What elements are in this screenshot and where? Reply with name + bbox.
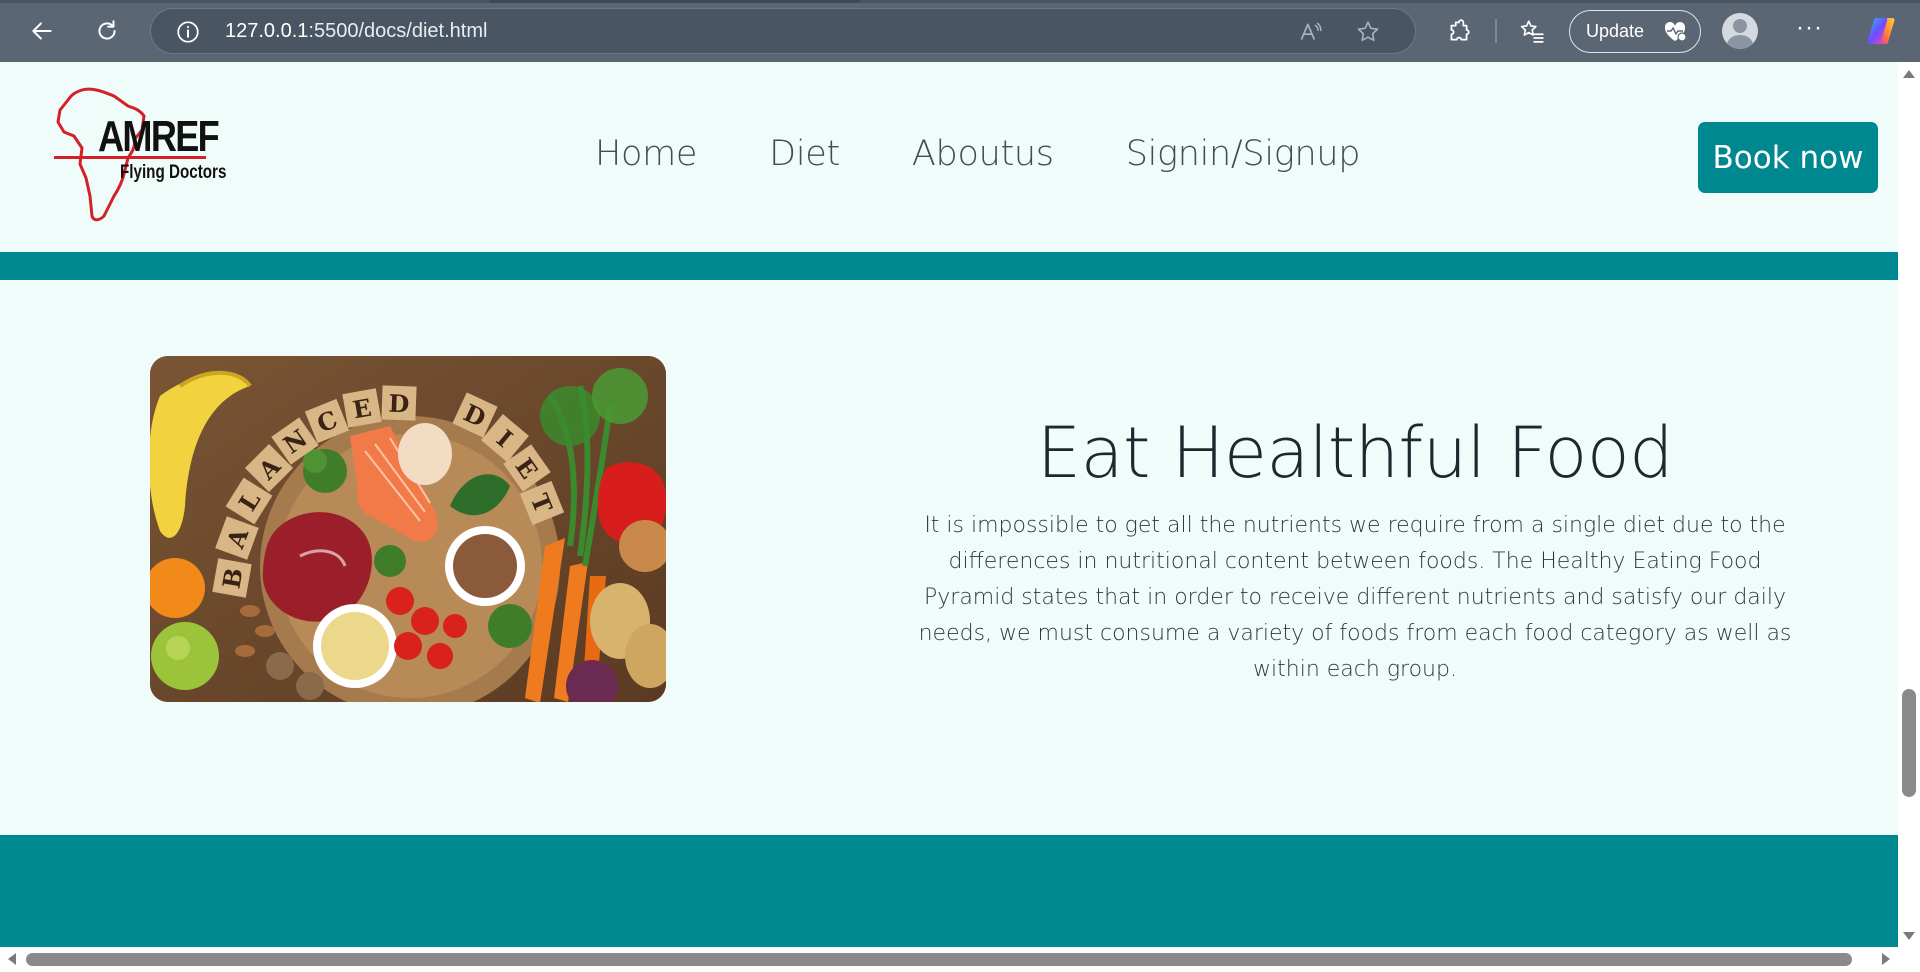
heart-pulse-icon <box>1664 21 1687 42</box>
scroll-right-arrow-icon[interactable] <box>1882 953 1890 965</box>
reload-icon[interactable] <box>89 13 125 49</box>
profile-icon[interactable] <box>1722 13 1758 49</box>
section-heading: Eat Healthful Food <box>1036 412 1674 494</box>
section-paragraph: It is impossible to get all the nutrient… <box>918 513 1792 682</box>
nav-aboutus[interactable]: Aboutus <box>912 134 1054 174</box>
logo-underline <box>54 156 206 159</box>
scroll-left-arrow-icon[interactable] <box>8 953 16 965</box>
url-path: :5500/docs/diet.html <box>308 20 488 42</box>
copilot-icon[interactable] <box>1864 14 1898 48</box>
address-bar[interactable]: 127.0.0.1:5500/docs/diet.html <box>150 8 1416 54</box>
book-now-button[interactable]: Book now <box>1698 122 1878 193</box>
balanced-diet-image: B A L A N C E D D I E T <box>150 356 666 702</box>
scroll-down-arrow-icon[interactable] <box>1903 932 1915 940</box>
url-host: 127.0.0.1 <box>225 20 309 42</box>
page-viewport: AMREF Flying Doctors Home Diet Aboutus S… <box>0 62 1898 947</box>
browser-toolbar: 127.0.0.1:5500/docs/diet.html Update ··· <box>0 0 1920 62</box>
logo-subtitle: Flying Doctors <box>120 162 227 183</box>
footer-band <box>0 835 1898 947</box>
tab-strip-edge <box>0 0 1920 3</box>
block-letter-d: D <box>388 389 410 419</box>
url-text[interactable]: 127.0.0.1:5500/docs/diet.html <box>225 20 487 43</box>
site-header: AMREF Flying Doctors Home Diet Aboutus S… <box>0 62 1898 252</box>
favorites-icon[interactable] <box>1514 13 1550 49</box>
read-aloud-icon[interactable] <box>1297 19 1323 45</box>
logo-name: AMREF <box>98 112 220 161</box>
favorite-star-icon[interactable] <box>1355 19 1381 45</box>
nav-diet[interactable]: Diet <box>769 134 840 174</box>
nav-signin-signup[interactable]: Signin/Signup <box>1126 134 1361 174</box>
vertical-scrollbar[interactable] <box>1898 62 1920 947</box>
main-nav: Home Diet Aboutus Signin/Signup <box>595 134 1432 174</box>
header-divider-band <box>0 252 1898 280</box>
horizontal-scroll-thumb[interactable] <box>26 953 1852 966</box>
horizontal-scrollbar[interactable] <box>0 947 1898 972</box>
update-button[interactable]: Update <box>1569 10 1701 53</box>
more-icon[interactable]: ··· <box>1796 14 1823 42</box>
back-icon[interactable] <box>24 13 60 49</box>
toolbar-separator <box>1495 19 1497 43</box>
vertical-scroll-thumb[interactable] <box>1902 689 1916 797</box>
scroll-up-arrow-icon[interactable] <box>1903 70 1915 78</box>
extensions-icon[interactable] <box>1441 13 1477 49</box>
info-icon[interactable] <box>175 19 201 45</box>
update-label: Update <box>1586 21 1645 41</box>
nav-home[interactable]: Home <box>595 134 697 174</box>
scrollbar-corner <box>1898 947 1920 972</box>
